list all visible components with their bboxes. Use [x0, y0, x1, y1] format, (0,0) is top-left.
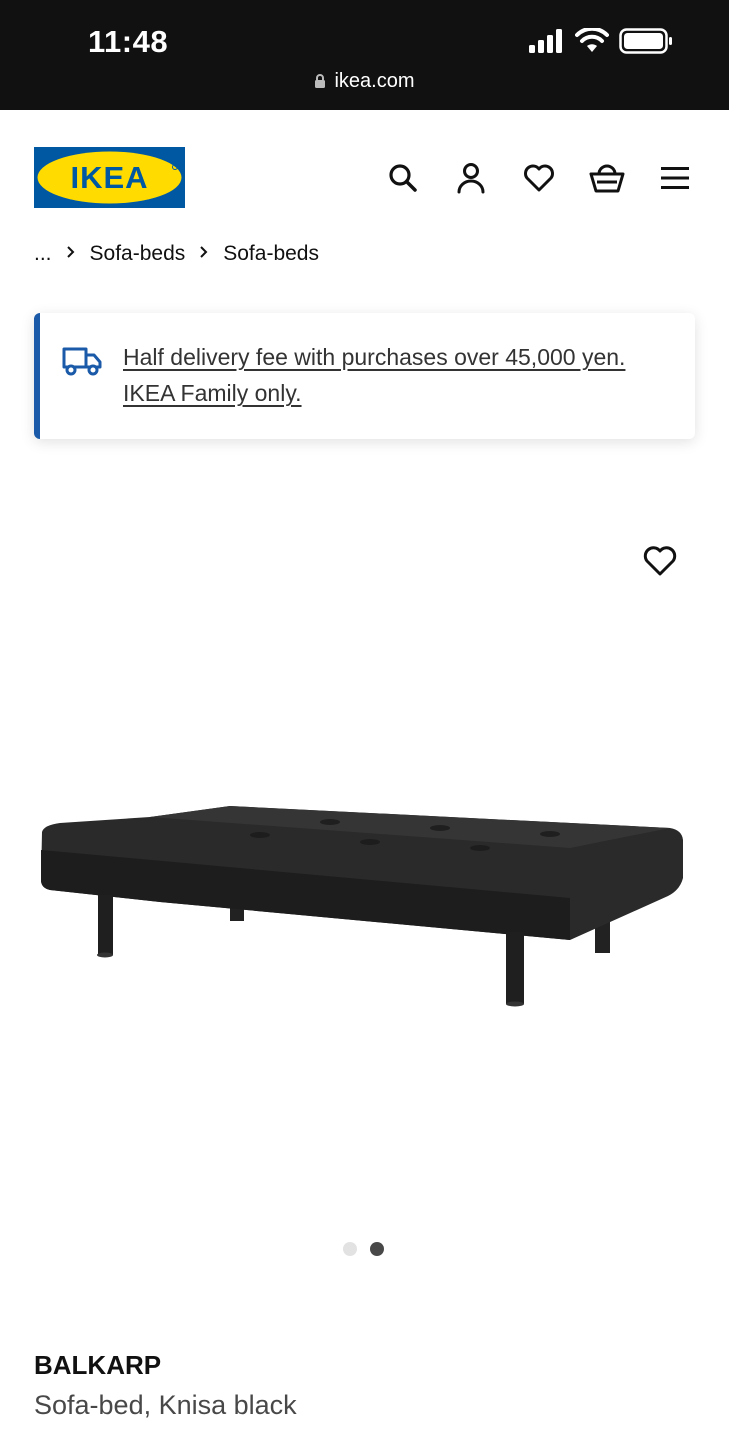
product-description: Sofa-bed, Knisa black: [34, 1390, 297, 1420]
breadcrumb-ellipsis[interactable]: ...: [34, 242, 52, 266]
product-name: BALKARP: [34, 1350, 162, 1380]
lock-icon: [314, 72, 326, 95]
status-time: 11:48: [88, 24, 169, 59]
basket-icon[interactable]: [589, 160, 625, 196]
add-to-favourites-heart-icon[interactable]: [643, 545, 677, 579]
breadcrumb: ... Sofa-beds Sofa-beds: [34, 242, 319, 266]
system-icons: [529, 26, 673, 59]
carousel-indicator: [343, 1242, 384, 1256]
battery-icon: [619, 27, 673, 59]
site-header: IKEA: [0, 110, 729, 240]
delivery-banner: Half delivery fee with purchases over 45…: [34, 313, 695, 439]
menu-icon[interactable]: [657, 160, 693, 196]
banner-accent: [34, 313, 40, 439]
search-icon[interactable]: [385, 160, 421, 196]
breadcrumb-item[interactable]: Sofa-beds: [90, 242, 186, 266]
status-bar: 11:48 ikea.com: [0, 0, 729, 110]
user-icon[interactable]: [453, 160, 489, 196]
chevron-right-icon: [62, 245, 80, 264]
chevron-right-icon: [195, 245, 213, 264]
url-text: ikea.com: [334, 70, 415, 92]
product-image[interactable]: [30, 790, 700, 1020]
header-actions: [385, 160, 693, 196]
breadcrumb-item[interactable]: Sofa-beds: [223, 242, 319, 266]
signal-icon: [529, 28, 565, 58]
truck-icon: [62, 345, 102, 382]
heart-icon[interactable]: [521, 160, 557, 196]
svg-text:IKEA: IKEA: [70, 160, 148, 195]
ikea-logo[interactable]: IKEA: [34, 147, 185, 208]
banner-message-link[interactable]: Half delivery fee with purchases over 45…: [123, 339, 683, 411]
carousel-dot-active[interactable]: [370, 1242, 384, 1256]
url-bar[interactable]: ikea.com: [0, 70, 729, 95]
wifi-icon: [575, 26, 609, 59]
carousel-dot[interactable]: [343, 1242, 357, 1256]
